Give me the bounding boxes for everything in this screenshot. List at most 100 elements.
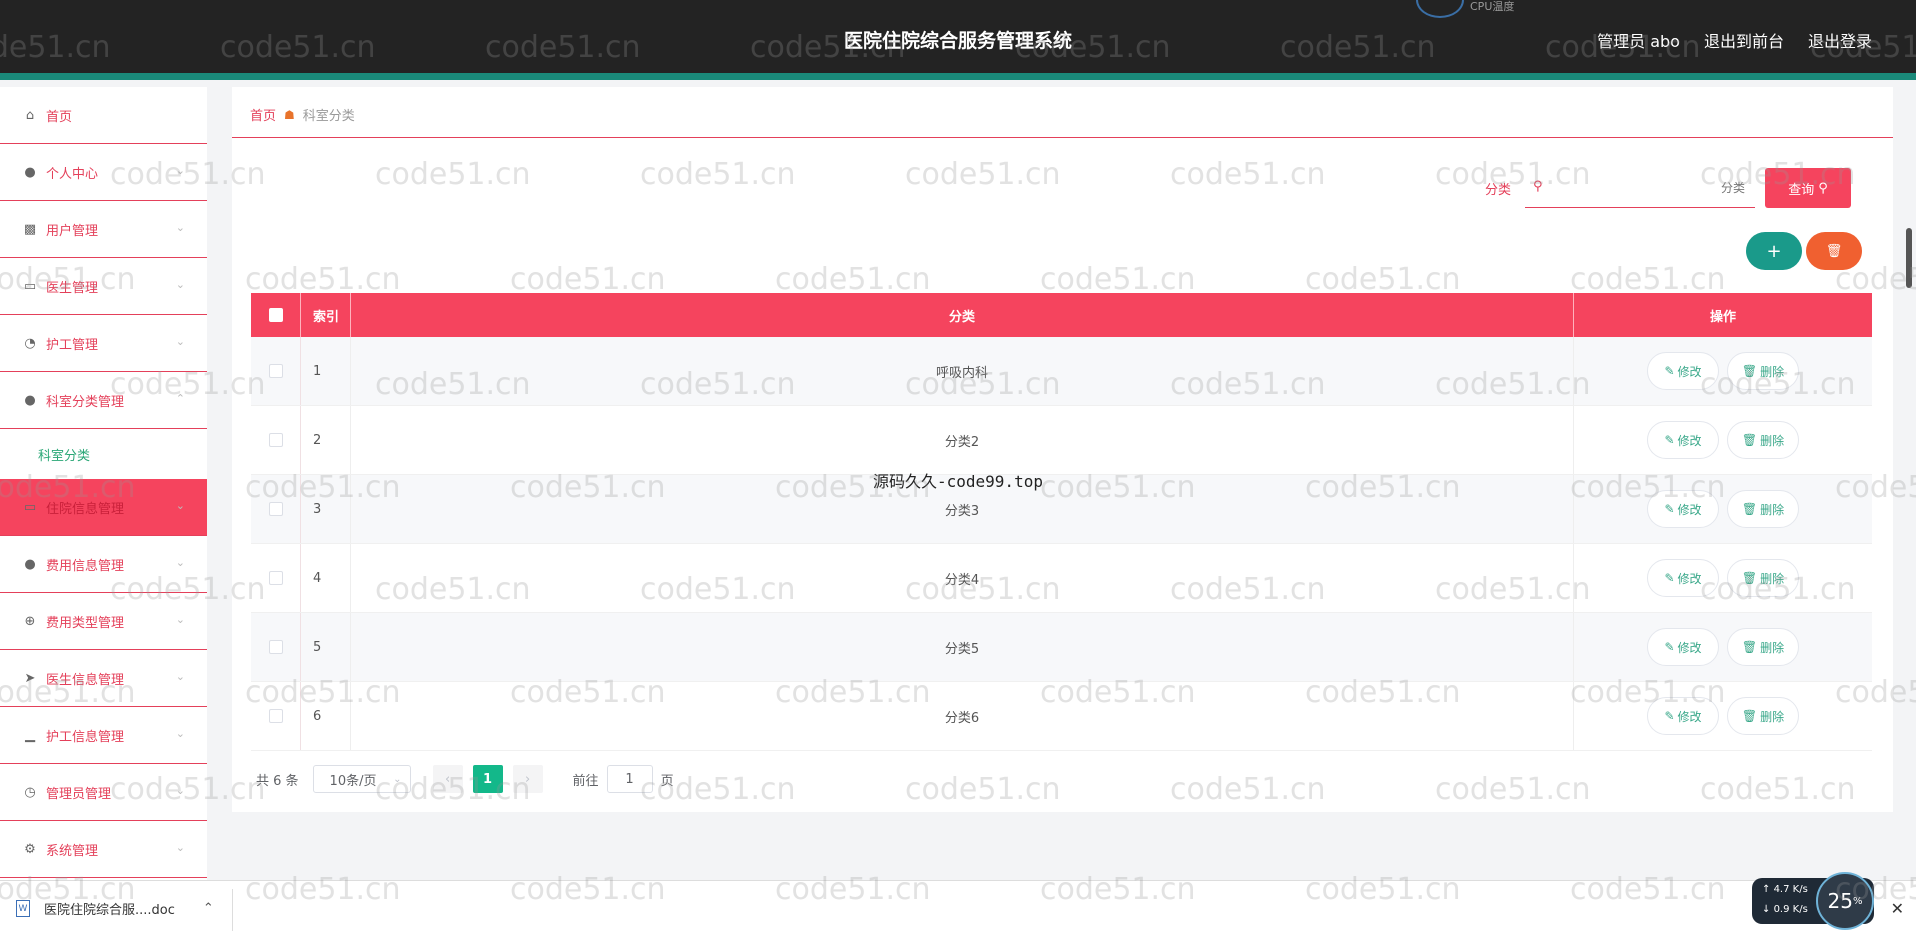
current-user: 管理员 abo [1597, 32, 1680, 51]
usage-percent-value: 25 [1827, 889, 1853, 913]
download-bar-divider [232, 889, 233, 931]
table-row: 3 分类3 ✎ 修改 🗑 删除 [251, 475, 1872, 544]
prev-page-button[interactable]: ‹ [432, 765, 463, 793]
sidebar-item[interactable]: ▩ 用户管理 ⌄ [0, 201, 207, 258]
row-category: 分类2 [351, 406, 1574, 474]
edit-button[interactable]: ✎ 修改 [1647, 697, 1719, 735]
card-icon: ▭ [23, 499, 37, 515]
home-icon: ☗ [284, 107, 295, 122]
delete-button-label: 删除 [1760, 571, 1785, 586]
row-checkbox[interactable] [268, 571, 283, 585]
delete-button-label: 删除 [1760, 364, 1785, 379]
sidebar-item[interactable]: ◷ 管理员管理 ⌄ [0, 764, 207, 821]
select-all-checkbox[interactable] [268, 308, 283, 322]
edit-icon: ✎ [1664, 640, 1675, 654]
delete-button[interactable]: 🗑 删除 [1727, 628, 1799, 666]
edit-icon: ✎ [1664, 502, 1675, 516]
plus-icon: + [1766, 240, 1782, 262]
breadcrumb-divider [232, 137, 1893, 138]
row-checkbox[interactable] [268, 709, 283, 723]
logout-link[interactable]: 退出登录 [1808, 28, 1872, 52]
sidebar-item[interactable]: ⚙ 系统管理 ⌄ [0, 821, 207, 878]
target-icon: ⊕ [24, 613, 36, 629]
trash-icon: 🗑 [1741, 364, 1758, 378]
sidebar: ⌂ 首页 ● 个人中心 ⌄ ▩ 用户管理 ⌄ ▭ 医生管理 ⌄ ◔ 护工管理 ⌄ ● 科室分类管理 ⌃ 科室分类 ▭… [0, 87, 207, 880]
row-checkbox[interactable] [268, 640, 283, 654]
goto-page-input[interactable]: 1 [606, 765, 653, 793]
chevron-down-icon: ⌄ [175, 727, 185, 740]
sidebar-item[interactable]: ➤ 医生信息管理 ⌄ [0, 650, 207, 707]
sidebar-item-label: 医生管理 [46, 280, 99, 296]
edit-button-label: 修改 [1677, 502, 1702, 517]
delete-button[interactable]: 🗑 删除 [1727, 697, 1799, 735]
breadcrumb-home[interactable]: 首页 [250, 105, 276, 124]
page-size-select[interactable]: 10条/页 ⌄ [312, 765, 411, 793]
upload-speed-unit: K/s [1792, 884, 1808, 895]
table-body: 1 呼吸内科 ✎ 修改 🗑 删除 2 分类2 ✎ 修改 🗑 删除 3 分类3 ✎ 修改 🗑 删除 4 分类4 ✎ 修改 🗑 删… [251, 337, 1872, 751]
submenu-item-category[interactable]: 科室分类 [0, 429, 207, 479]
row-checkbox[interactable] [268, 364, 283, 378]
cpu-temp-label: CPU温度 [1470, 0, 1515, 13]
download-item[interactable]: W 医院住院综合服....doc ⌃ [16, 899, 214, 918]
trash-icon: 🗑 [1825, 243, 1843, 259]
sidebar-item-label: 管理员管理 [46, 786, 112, 802]
sidebar-item[interactable]: ● 个人中心 ⌄ [0, 144, 207, 201]
chevron-down-icon: ⌄ [175, 670, 185, 683]
overlay-watermark-text: 源码久久-code99.top [873, 472, 1043, 491]
submenu-item-label: 科室分类 [38, 448, 91, 464]
sidebar-item-label: 费用类型管理 [46, 615, 125, 631]
page-size-value: 10条/页 [329, 773, 377, 789]
delete-button[interactable]: 🗑 删除 [1727, 352, 1799, 390]
edit-button[interactable]: ✎ 修改 [1647, 352, 1719, 390]
send-icon: ➤ [24, 670, 36, 686]
exit-to-front-link[interactable]: 退出到前台 [1704, 28, 1784, 52]
table-row: 4 分类4 ✎ 修改 🗑 删除 [251, 544, 1872, 613]
sidebar-item[interactable]: ● 费用信息管理 ⌄ [0, 536, 207, 593]
delete-button[interactable]: 🗑 删除 [1727, 559, 1799, 597]
sidebar-item-label: 费用信息管理 [46, 558, 125, 574]
search-button[interactable]: 查询 ⚲ [1765, 168, 1851, 208]
add-button[interactable]: + [1746, 232, 1802, 270]
trash-icon: 🗑 [1741, 502, 1758, 516]
row-index: 6 [301, 682, 351, 750]
search-box[interactable]: ⚲ [1525, 168, 1755, 208]
edit-button[interactable]: ✎ 修改 [1647, 421, 1719, 459]
sidebar-item[interactable]: ◔ 护工管理 ⌄ [0, 315, 207, 372]
chevron-down-icon: ⌄ [175, 556, 185, 569]
sidebar-item-label: 住院信息管理 [46, 501, 125, 517]
sidebar-item-label: 首页 [46, 109, 73, 125]
column-header-index: 索引 [301, 293, 351, 337]
sidebar-item[interactable]: ▭ 医生管理 ⌄ [0, 258, 207, 315]
chevron-down-icon: ⌄ [175, 221, 185, 234]
row-checkbox[interactable] [268, 502, 283, 516]
batch-delete-button[interactable]: 🗑 [1806, 232, 1862, 270]
sidebar-item[interactable]: ● 科室分类管理 ⌃ [0, 372, 207, 429]
row-checkbox[interactable] [268, 433, 283, 447]
edit-button-label: 修改 [1677, 640, 1702, 655]
sidebar-item[interactable]: ⊕ 费用类型管理 ⌄ [0, 593, 207, 650]
download-speed: ↓ 0.9 K/s [1762, 904, 1808, 915]
sidebar-item[interactable]: ▭ 住院信息管理 ⌄ [0, 479, 207, 536]
settings-icon: ⚙ [24, 841, 36, 857]
page-number-current[interactable]: 1 [472, 765, 503, 793]
edit-button[interactable]: ✎ 修改 [1647, 490, 1719, 528]
page-scrollbar[interactable] [1906, 228, 1912, 288]
edit-button[interactable]: ✎ 修改 [1647, 559, 1719, 597]
row-category: 呼吸内科 [351, 337, 1574, 405]
sidebar-item[interactable]: ▁ 护工信息管理 ⌄ [0, 707, 207, 764]
chevron-up-icon[interactable]: ⌃ [203, 901, 214, 916]
upload-speed: ↑ 4.7 K/s [1762, 884, 1808, 895]
main-content: 首页 ☗ 科室分类 分类 ⚲ 查询 ⚲ + 🗑 索引 分类 操作 1呼吸内科✎修… [232, 87, 1893, 812]
edit-button[interactable]: ✎ 修改 [1647, 628, 1719, 666]
sidebar-item[interactable]: ⌂ 首页 [0, 87, 207, 144]
edit-button-label: 修改 [1677, 709, 1702, 724]
gauge-icon: ◔ [24, 335, 36, 351]
table-row: 6 分类6 ✎ 修改 🗑 删除 [251, 682, 1872, 751]
search-input[interactable] [1555, 176, 1745, 200]
delete-button[interactable]: 🗑 删除 [1727, 421, 1799, 459]
delete-button[interactable]: 🗑 删除 [1727, 490, 1799, 528]
close-icon[interactable]: ✕ [1891, 899, 1904, 918]
doc-file-icon: W [16, 900, 30, 917]
next-page-button[interactable]: › [512, 765, 543, 793]
table-header: 索引 分类 操作 [251, 293, 1872, 337]
